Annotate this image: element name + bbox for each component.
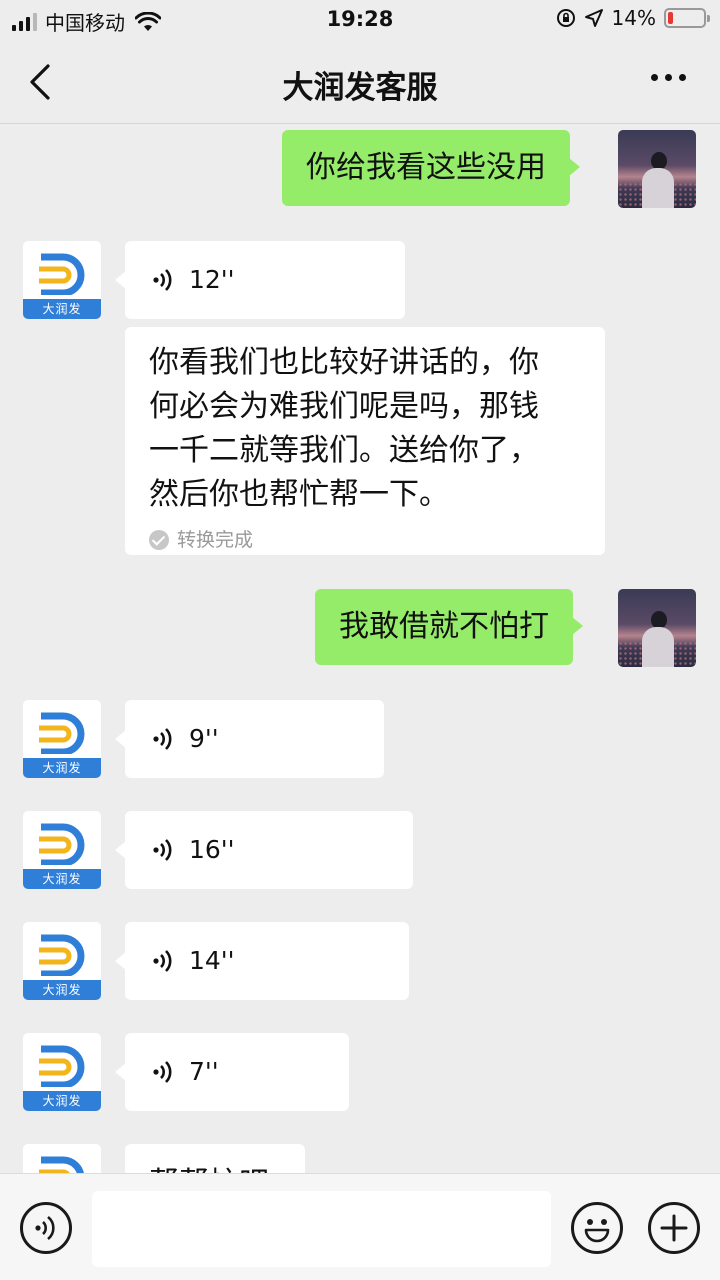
status-bar: 中国移动 19:28 14% [0, 0, 720, 40]
battery-icon [664, 8, 710, 28]
bot-avatar-label: 大润发 [23, 980, 101, 1000]
voice-duration: 9'' [189, 724, 219, 753]
dadunfa-logo-icon [39, 1045, 85, 1087]
transcription-line: 一千二就等我们。送给你了， [149, 433, 539, 468]
voice-duration: 7'' [189, 1057, 219, 1086]
bot-avatar-label: 大润发 [23, 1091, 101, 1111]
voice-message[interactable]: 14'' [115, 922, 409, 1000]
chat-header: 大润发客服 [0, 40, 720, 124]
voice-message[interactable]: 9'' [115, 700, 384, 778]
voice-message[interactable]: 16'' [115, 811, 413, 889]
transcription-line: 然后你也帮忙帮一下。 [149, 477, 449, 512]
message-list[interactable]: 你给我看这些没用 大润发 12'' 你看我们也比较好讲话的，你 何必会为难我们呢… [0, 124, 720, 1174]
voice-message[interactable]: 12'' [115, 241, 405, 319]
conversion-status-text: 转换完成 [177, 529, 254, 551]
transcription-line: 你看我们也比较好讲话的，你 [149, 345, 539, 380]
bot-avatar[interactable]: 大润发 [23, 811, 101, 889]
dadunfa-logo-icon [39, 253, 85, 295]
battery-percent: 14% [611, 6, 656, 30]
voice-wave-icon [153, 728, 172, 750]
battery-fill [668, 12, 673, 24]
bot-avatar[interactable]: 大润发 [23, 1144, 101, 1174]
voice-duration: 14'' [189, 946, 235, 975]
voice-wave-icon [153, 1061, 172, 1083]
message-input[interactable] [92, 1191, 551, 1267]
location-arrow-icon [584, 9, 603, 27]
rotation-lock-icon [556, 9, 575, 27]
user-avatar[interactable] [618, 130, 696, 208]
bot-avatar[interactable]: 大润发 [23, 1033, 101, 1111]
message-text: 我敢借就不怕打 [339, 609, 549, 644]
voice-wave-icon [153, 950, 172, 972]
plus-icon[interactable] [648, 1202, 700, 1254]
voice-message[interactable]: 7'' [115, 1033, 349, 1111]
voice-duration: 16'' [189, 835, 235, 864]
sent-message[interactable]: 你给我看这些没用 [282, 130, 580, 206]
dadunfa-logo-icon [39, 712, 85, 754]
voice-wave-icon [153, 839, 172, 861]
status-right: 14% [556, 6, 710, 30]
more-dots-icon[interactable] [651, 74, 686, 81]
dadunfa-logo-icon [39, 1156, 85, 1174]
chat-title: 大润发客服 [282, 70, 438, 106]
sent-message[interactable]: 我敢借就不怕打 [315, 589, 583, 665]
check-circle-icon [149, 530, 169, 550]
bot-avatar-label: 大润发 [23, 299, 101, 319]
voice-input-icon[interactable] [20, 1202, 72, 1254]
bot-avatar[interactable]: 大润发 [23, 241, 101, 319]
bot-avatar[interactable]: 大润发 [23, 700, 101, 778]
conversion-status: 转换完成 [149, 527, 581, 553]
voice-wave-icon [153, 269, 172, 291]
dadunfa-logo-icon [39, 934, 85, 976]
received-message[interactable]: 帮帮忙吧 [125, 1144, 305, 1174]
bot-avatar[interactable]: 大润发 [23, 922, 101, 1000]
user-avatar[interactable] [618, 589, 696, 667]
dadunfa-logo-icon [39, 823, 85, 865]
emoji-icon[interactable] [571, 1202, 623, 1254]
transcription-message[interactable]: 你看我们也比较好讲话的，你 何必会为难我们呢是吗，那钱 一千二就等我们。送给你了… [125, 327, 605, 555]
voice-duration: 12'' [189, 265, 235, 294]
message-text: 你给我看这些没用 [306, 150, 546, 185]
bot-avatar-label: 大润发 [23, 758, 101, 778]
transcription-line: 何必会为难我们呢是吗，那钱 [149, 389, 539, 424]
input-bar [0, 1173, 720, 1280]
bot-avatar-label: 大润发 [23, 869, 101, 889]
